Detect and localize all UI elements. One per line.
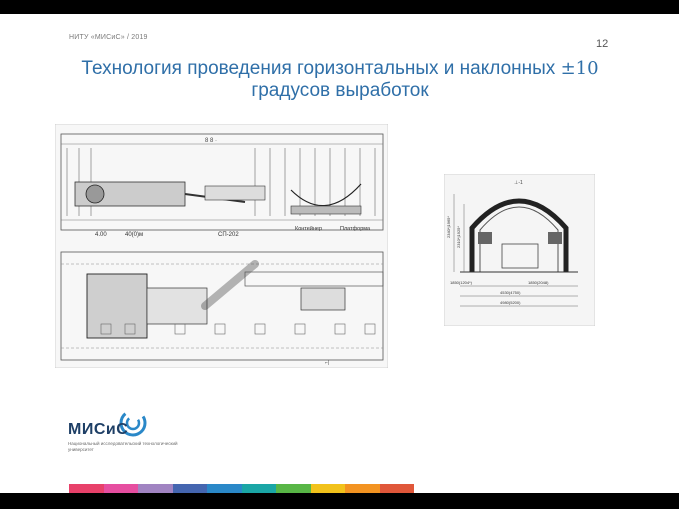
stripe-2: [138, 484, 173, 493]
stripe-6: [276, 484, 311, 493]
title-line1: Технология проведения горизонтальных и н…: [81, 58, 561, 79]
label-b: 40(0)м: [125, 232, 143, 238]
stripe-3: [172, 484, 207, 493]
org-header: НИТУ «МИСиС» / 2019: [69, 34, 148, 41]
label-c: СП-202: [218, 232, 239, 238]
tunnel-cross-section-drawing: ⊥-1 2340*|1965* 2310*|1925* 1850(1204*) …: [444, 174, 595, 326]
tunnel-plan-drawing: 8 8 · 4.00 40(0)м СП-202 Контейнер Платф…: [55, 124, 388, 368]
logo-subtitle: Национальный исследовательский технологи…: [68, 441, 178, 452]
stripe-5: [241, 484, 276, 493]
title-line2: градусов выработок: [251, 80, 429, 101]
dim-top-label: 8 8 ·: [205, 138, 217, 144]
slide: НИТУ «МИСиС» / 2019 12 Технология провед…: [0, 14, 679, 493]
xs-left2: 2310*|1925*: [456, 226, 461, 248]
xs-dim2: 4530(4750): [500, 290, 521, 295]
bottom-black-bar: [0, 493, 679, 509]
label-e: Платформа: [340, 226, 371, 232]
misis-logo: МИСиС Национальный исследовательский тех…: [68, 409, 208, 460]
label-d: Контейнер: [295, 225, 322, 232]
color-stripe-bar: [69, 484, 414, 493]
xs-dim1: 1850(1204*): [450, 280, 473, 285]
stripe-7: [310, 484, 345, 493]
stripe-4: [207, 484, 242, 493]
xs-dim3: 4980(5200): [500, 300, 521, 305]
logo-name: МИСиС: [68, 421, 129, 438]
xs-top-label: ⊥-1: [514, 180, 523, 186]
stripe-8: [345, 484, 380, 493]
label-f: ⌐|: [325, 360, 329, 366]
top-black-bar: [0, 0, 679, 14]
title-pm: ±10: [560, 58, 599, 79]
stripe-0: [69, 484, 104, 493]
xs-dim4: 1850(2048): [528, 280, 549, 285]
stripe-1: [103, 484, 138, 493]
stripe-9: [379, 484, 414, 493]
xs-left1: 2340*|1965*: [446, 216, 451, 238]
page-number: 12: [596, 38, 609, 50]
label-a: 4.00: [95, 232, 107, 238]
slide-title: Технология проведения горизонтальных и н…: [40, 58, 640, 102]
